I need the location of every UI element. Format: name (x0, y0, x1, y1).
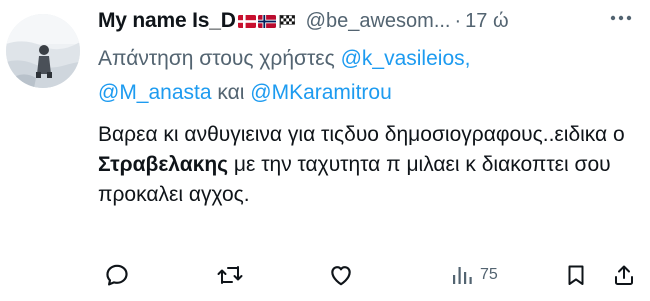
tweet-text-bold: Στραβελακης (98, 153, 229, 176)
checkered-flag-icon (279, 14, 295, 28)
avatar[interactable] (6, 14, 80, 88)
tweet-text: Βαρεα κι ανθυγιεινα για τιςδυο δημοσιογρ… (98, 120, 638, 210)
retweet-icon (217, 266, 243, 284)
mention-link[interactable]: @M_anasta (98, 81, 212, 104)
like-button[interactable] (328, 260, 354, 290)
views-bar-icon (453, 267, 472, 284)
bookmark-icon (568, 265, 584, 285)
mention-link[interactable]: @MKaramitrou (250, 81, 392, 104)
display-name[interactable]: My name Is_D (98, 9, 236, 33)
tweet-text-part: Βαρεα κι ανθυγιεινα για τιςδυο δημοσιογρ… (98, 123, 625, 146)
reply-icon (106, 264, 128, 286)
views-button[interactable]: 75 (450, 260, 498, 290)
reply-button[interactable] (104, 260, 130, 290)
user-handle[interactable]: @be_awesom... (306, 10, 451, 33)
more-options-button[interactable] (606, 6, 636, 30)
tweet-header: My name Is_D @be_awesom... · 17 ώ (98, 6, 638, 36)
mention-link[interactable]: @k_vasileios, (341, 47, 471, 70)
views-count: 75 (480, 266, 498, 283)
replying-to-label: Απάντηση στους χρήστες (98, 47, 341, 70)
replying-to: Απάντηση στους χρήστες @k_vasileios, @M_… (98, 42, 638, 110)
share-icon (615, 265, 633, 285)
more-dots-icon (610, 15, 632, 21)
separator-dot: · (454, 9, 462, 32)
conjunction-text: και (211, 81, 251, 104)
share-button[interactable] (612, 260, 636, 290)
denmark-flag-icon (237, 14, 256, 28)
retweet-button[interactable] (216, 260, 244, 290)
bookmark-button[interactable] (564, 260, 588, 290)
avatar-image (6, 14, 80, 88)
action-bar: 75 (98, 260, 638, 290)
tweet-card: My name Is_D @be_awesom... · 17 ώ Απάντη… (0, 0, 650, 301)
norway-flag-icon (257, 14, 276, 28)
heart-icon (331, 266, 351, 286)
flag-emojis (237, 14, 296, 28)
timestamp[interactable]: 17 ώ (465, 10, 508, 33)
